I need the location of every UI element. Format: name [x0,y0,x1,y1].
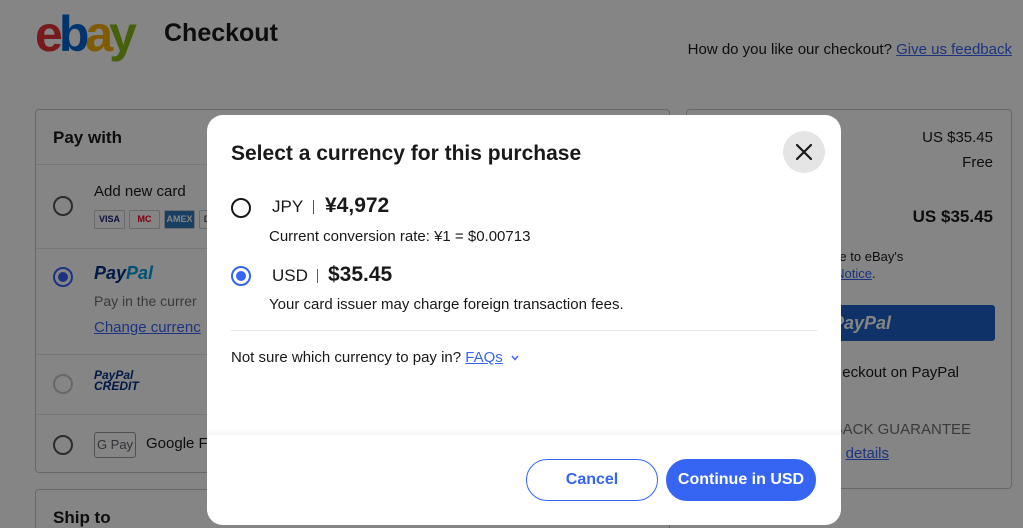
continue-button[interactable]: Continue in USD [666,459,816,501]
faq-link-label: FAQs [465,349,503,366]
faq-prompt: Not sure which currency to pay in? [231,349,462,366]
dialog-divider [231,330,817,331]
jpy-radio[interactable] [231,198,251,218]
cancel-button[interactable]: Cancel [526,459,658,501]
usd-fee-note: Your card issuer may charge foreign tran… [269,296,624,313]
dialog-footer: Cancel Continue in USD [207,435,841,525]
option-separator [317,269,318,283]
option-separator [313,200,314,214]
faq-line: Not sure which currency to pay in? FAQs [231,349,519,366]
close-button[interactable] [783,131,825,173]
close-icon [795,143,813,161]
currency-dialog: Select a currency for this purchase JPY … [207,115,841,525]
dialog-title: Select a currency for this purchase [231,142,582,165]
usd-code: USD [272,266,308,285]
usd-radio[interactable] [231,266,251,286]
jpy-code: JPY [272,197,304,216]
jpy-conversion-rate: Current conversion rate: ¥1 = $0.00713 [269,228,531,245]
usd-amount: $35.45 [328,263,393,286]
chevron-down-icon [511,355,519,361]
jpy-amount: ¥4,972 [325,194,390,217]
faq-link[interactable]: FAQs [465,349,519,366]
